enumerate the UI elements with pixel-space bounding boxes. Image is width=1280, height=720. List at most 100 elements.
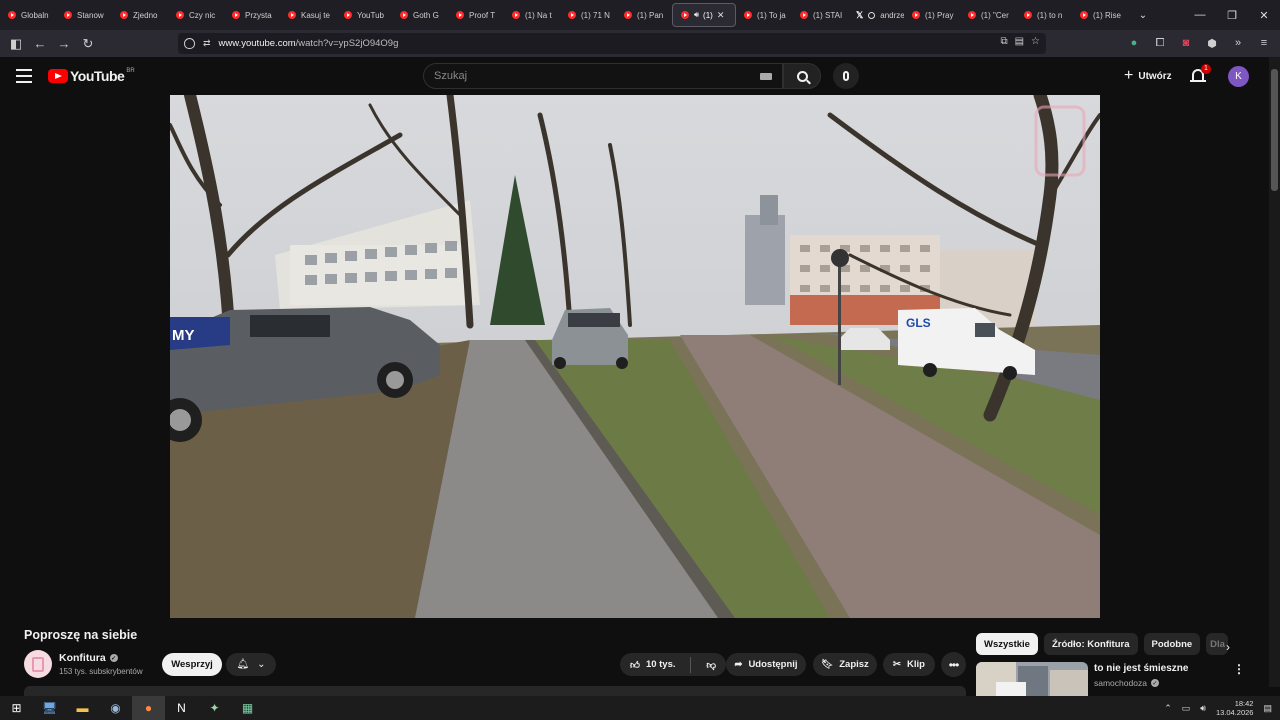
bookmark-icon: 🔖︎	[821, 659, 834, 670]
browser-tab[interactable]: (1) STAI	[792, 3, 848, 27]
browser-tab[interactable]: (1) Pan	[616, 3, 672, 27]
chip-source[interactable]: Źródło: Konfitura	[1043, 633, 1138, 655]
youtube-icon	[8, 11, 16, 19]
forward-button[interactable]: →	[52, 32, 76, 56]
chip-all[interactable]: Wszystkie	[976, 633, 1038, 655]
audio-playing-icon[interactable]: 🔊︎	[694, 10, 699, 20]
recommended-channel[interactable]: samochodoza ✓	[1094, 678, 1159, 688]
overflow-chevron-icon[interactable]: »	[1230, 33, 1246, 53]
restore-button[interactable]: ❐	[1216, 0, 1248, 30]
browser-tab[interactable]: Czy nic	[168, 3, 224, 27]
extension-red-icon[interactable]: ◙	[1178, 33, 1194, 53]
like-dislike-group: 👍︎ 10 tys. 👎︎	[620, 653, 726, 676]
tab-label: Kasuj te	[301, 10, 330, 20]
notification-center-icon[interactable]: ▤	[1263, 703, 1272, 714]
description-box[interactable]	[24, 686, 966, 696]
sidebar-toggle-icon[interactable]: ◧	[4, 32, 28, 56]
browser-tab[interactable]: (1) "Cer	[960, 3, 1016, 27]
taskbar-notion-icon[interactable]: N	[165, 696, 198, 720]
back-button[interactable]: ←	[28, 32, 52, 56]
recommended-video-title[interactable]: to nie jest śmieszne	[1094, 663, 1188, 674]
youtube-icon	[681, 11, 689, 19]
youtube-logo[interactable]: YouTube BR	[48, 68, 135, 84]
tab-label: Globaln	[21, 10, 49, 20]
extensions-puzzle-icon[interactable]: ⧠	[1152, 33, 1168, 53]
browser-tab[interactable]: 🔊︎ (1) ✕	[672, 3, 736, 27]
youtube-icon	[176, 11, 184, 19]
close-tab-icon[interactable]: ✕	[717, 10, 725, 21]
guide-menu-icon[interactable]	[16, 69, 32, 83]
like-button[interactable]: 👍︎ 10 tys.	[630, 659, 676, 671]
url-text: www.youtube.com/watch?v=ypS2jO94O9g	[218, 38, 399, 49]
tray-chevron-up-icon[interactable]: ⌃	[1164, 703, 1172, 714]
volume-icon[interactable]: 🔊︎	[1200, 703, 1206, 714]
scrollbar-thumb[interactable]	[1271, 69, 1278, 191]
browser-tab[interactable]: Kasuj te	[280, 3, 336, 27]
circle-icon	[868, 11, 876, 19]
browser-tab[interactable]: Globaln	[0, 3, 56, 27]
browser-tab[interactable]: (1) 71 N	[560, 3, 616, 27]
taskbar-monitor-icon[interactable]: 🖥︎	[33, 696, 66, 720]
taskbar-folder-icon[interactable]: ▬	[66, 696, 99, 720]
taskbar-calculator-icon[interactable]: ▦	[231, 696, 264, 720]
browser-tab[interactable]: YouTub	[336, 3, 392, 27]
browser-tab[interactable]: 𝕏andrze	[848, 3, 904, 27]
dislike-button[interactable]: 👎︎	[706, 659, 716, 671]
clip-button[interactable]: ✂ Klip	[883, 653, 935, 676]
browser-tab[interactable]: (1) Rise	[1072, 3, 1128, 27]
browser-tab[interactable]: (1) Pray	[904, 3, 960, 27]
site-permissions-icon[interactable]: ⇄	[203, 38, 211, 49]
keyboard-icon[interactable]	[760, 73, 772, 80]
tab-label: (1) STAI	[813, 10, 843, 20]
chip-similar[interactable]: Podobne	[1143, 633, 1201, 655]
browser-tab[interactable]: (1) To ja	[736, 3, 792, 27]
youtube-play-icon	[48, 69, 68, 83]
minimize-button[interactable]: —	[1184, 0, 1216, 30]
app-menu-icon[interactable]: ≡	[1256, 33, 1272, 53]
search-button[interactable]	[783, 63, 821, 89]
browser-tab[interactable]: Zjedno	[112, 3, 168, 27]
channel-avatar[interactable]	[24, 650, 52, 678]
chips-next-chevron-icon[interactable]: ›	[1219, 638, 1237, 656]
youtube-icon	[800, 11, 808, 19]
taskbar-app-icon[interactable]: ✦	[198, 696, 231, 720]
voice-search-button[interactable]	[833, 63, 859, 89]
network-icon[interactable]: ▭	[1182, 703, 1191, 714]
picture-in-picture-icon[interactable]: ⧉	[1000, 36, 1007, 47]
bookmark-star-icon[interactable]: ☆	[1031, 36, 1040, 47]
notification-settings-button[interactable]: 🔔︎ ⌄	[226, 653, 276, 676]
browser-tab[interactable]: Goth G	[392, 3, 448, 27]
video-player[interactable]: MY GLS	[170, 95, 1100, 618]
more-actions-button[interactable]: •••	[941, 652, 966, 677]
subscriber-count: 153 tys. subskrybentów	[59, 667, 143, 676]
clock[interactable]: 18:42 13.04.2026	[1216, 699, 1254, 717]
tab-list-chevron-icon[interactable]: ⌄	[1134, 6, 1152, 24]
browser-tab[interactable]: (1) Na t	[504, 3, 560, 27]
recommended-video-thumbnail[interactable]	[976, 662, 1088, 696]
account-avatar[interactable]: K	[1228, 66, 1249, 87]
reload-button[interactable]: ↻	[76, 32, 100, 56]
extension-badge-icon[interactable]: ⬢	[1204, 33, 1220, 53]
browser-tab[interactable]: Przysta	[224, 3, 280, 27]
taskbar-firefox-icon[interactable]: ●	[132, 696, 165, 720]
search-input[interactable]: Szukaj	[423, 63, 783, 89]
save-button[interactable]: 🔖︎ Zapisz	[813, 653, 877, 676]
reader-view-icon[interactable]: ▤	[1015, 36, 1024, 47]
channel-name[interactable]: Konfitura ✓	[59, 652, 118, 664]
extension-shield-icon[interactable]: ●	[1126, 33, 1142, 53]
recommended-menu-icon[interactable]: ⋮	[1233, 662, 1245, 676]
share-button[interactable]: ➦ Udostępnij	[726, 653, 806, 676]
create-button[interactable]: + Utwórz	[1116, 65, 1180, 87]
start-windows-icon[interactable]: ⊞	[0, 696, 33, 720]
browser-tab[interactable]: (1) to n	[1016, 3, 1072, 27]
support-button[interactable]: Wesprzyj	[162, 653, 222, 676]
tab-label: (1) to n	[1037, 10, 1063, 20]
tracking-shield-icon[interactable]	[184, 38, 195, 49]
notifications-button[interactable]: 1	[1190, 64, 1211, 84]
page-scrollbar[interactable]	[1269, 57, 1280, 687]
browser-tab[interactable]: Stanow	[56, 3, 112, 27]
address-bar[interactable]: ⇄ www.youtube.com/watch?v=ypS2jO94O9g ⧉ …	[178, 33, 1046, 54]
taskbar-steam-icon[interactable]: ◉	[99, 696, 132, 720]
browser-tab[interactable]: Proof T	[448, 3, 504, 27]
close-window-button[interactable]: ✕	[1248, 0, 1280, 30]
